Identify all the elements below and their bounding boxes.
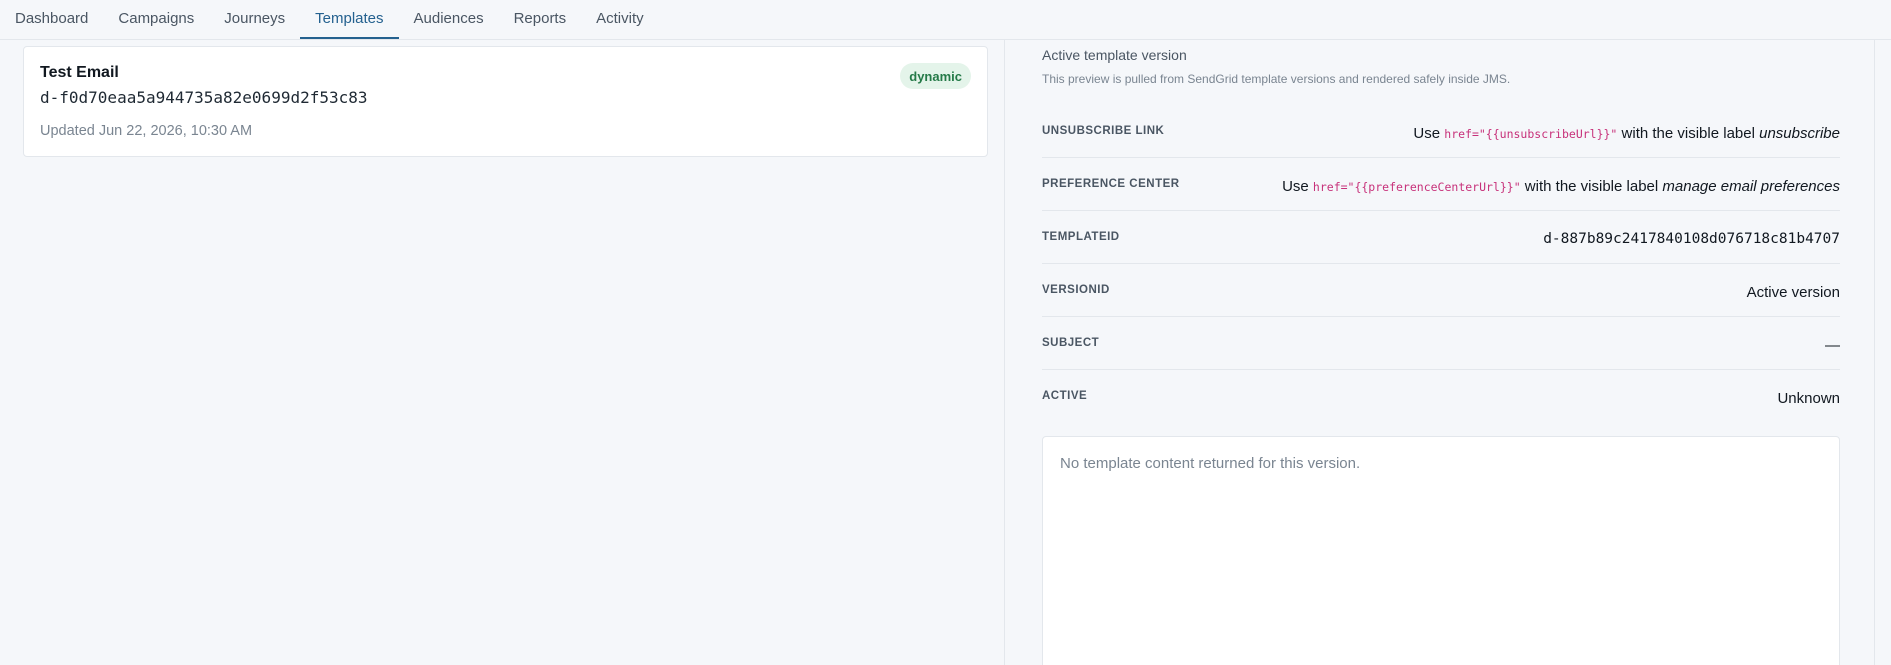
field-row-subject: SUBJECT — [1042,317,1840,370]
field-value-prefix: Use [1282,178,1313,195]
tab-templates[interactable]: Templates [300,0,399,39]
tab-campaigns[interactable]: Campaigns [103,0,209,39]
detail-subtitle: This preview is pulled from SendGrid tem… [1042,72,1511,86]
field-value-unsubscribe: Use href="{{unsubscribeUrl}}" with the v… [1413,125,1840,142]
field-value-prefix: Use [1413,125,1445,142]
field-row-unsubscribe: UNSUBSCRIBE LINK Use href="{{unsubscribe… [1042,105,1840,158]
field-row-version-id: VERSIONID Active version [1042,264,1840,317]
field-value-version-id: Active version [1746,284,1840,301]
top-nav: Dashboard Campaigns Journeys Templates A… [0,0,1891,40]
template-updated-timestamp: Updated Jun 22, 2026, 10:30 AM [40,123,253,139]
field-value-middle: with the visible label [1617,125,1760,142]
tab-activity[interactable]: Activity [581,0,659,39]
tab-reports[interactable]: Reports [499,0,582,39]
field-row-active: ACTIVE Unknown [1042,370,1840,423]
field-value-preference-center: Use href="{{preferenceCenterUrl}}" with … [1282,178,1840,195]
template-name: Test Email [40,64,119,81]
template-content-preview[interactable]: No template content returned for this ve… [1042,436,1840,665]
tab-dashboard[interactable]: Dashboard [0,0,103,39]
tab-journeys[interactable]: Journeys [209,0,300,39]
code-snippet: href="{{preferenceCenterUrl}}" [1312,180,1521,194]
field-label: SUBJECT [1042,337,1100,349]
field-label: VERSIONID [1042,284,1110,296]
app-page: Dashboard Campaigns Journeys Templates A… [0,0,1891,665]
field-value-emphasis: manage email preferences [1662,178,1840,195]
field-value-subject: — [1825,337,1840,354]
template-type-badge: dynamic [900,63,971,89]
field-value-active: Unknown [1777,390,1840,407]
field-value-middle: with the visible label [1520,178,1663,195]
template-id: d-f0d70eaa5a944735a82e0699d2f53c83 [40,88,368,107]
field-row-preference-center: PREFERENCE CENTER Use href="{{preference… [1042,158,1840,211]
field-value-emphasis: unsubscribe [1759,125,1840,142]
field-label: UNSUBSCRIBE LINK [1042,125,1165,137]
field-value-template-id: d-887b89c2417840108d076718c81b4707 [1543,231,1840,247]
tab-audiences[interactable]: Audiences [399,0,499,39]
field-label: ACTIVE [1042,390,1088,402]
detail-fields: UNSUBSCRIBE LINK Use href="{{unsubscribe… [1042,105,1840,423]
empty-content-message: No template content returned for this ve… [1060,455,1361,472]
code-snippet: href="{{unsubscribeUrl}}" [1444,127,1618,141]
field-label: TEMPLATEID [1042,231,1120,243]
template-card[interactable]: Test Email d-f0d70eaa5a944735a82e0699d2f… [23,46,988,157]
field-row-template-id: TEMPLATEID d-887b89c2417840108d076718c81… [1042,211,1840,264]
detail-title: Active template version [1042,47,1187,63]
field-label: PREFERENCE CENTER [1042,178,1180,190]
